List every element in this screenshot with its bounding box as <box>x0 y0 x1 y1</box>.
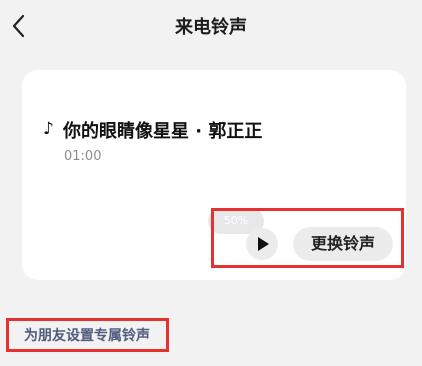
play-button[interactable] <box>246 228 278 260</box>
change-ringtone-button[interactable]: 更换铃声 <box>293 227 393 261</box>
friend-ringtone-link[interactable]: 为朋友设置专属铃声 <box>24 325 150 345</box>
navigation-bar: 来电铃声 <box>0 0 422 54</box>
ringtone-settings-page: 来电铃声 ♪ 你的眼睛像星星 · 郭正正 01:00 50% 更换铃声 为朋友设… <box>0 0 422 366</box>
song-title: 你的眼睛像星星 · 郭正正 <box>63 121 263 142</box>
play-icon <box>258 237 269 251</box>
song-duration: 01:00 <box>64 149 102 164</box>
music-note-icon: ♪ <box>43 119 54 139</box>
page-title: 来电铃声 <box>175 17 247 38</box>
